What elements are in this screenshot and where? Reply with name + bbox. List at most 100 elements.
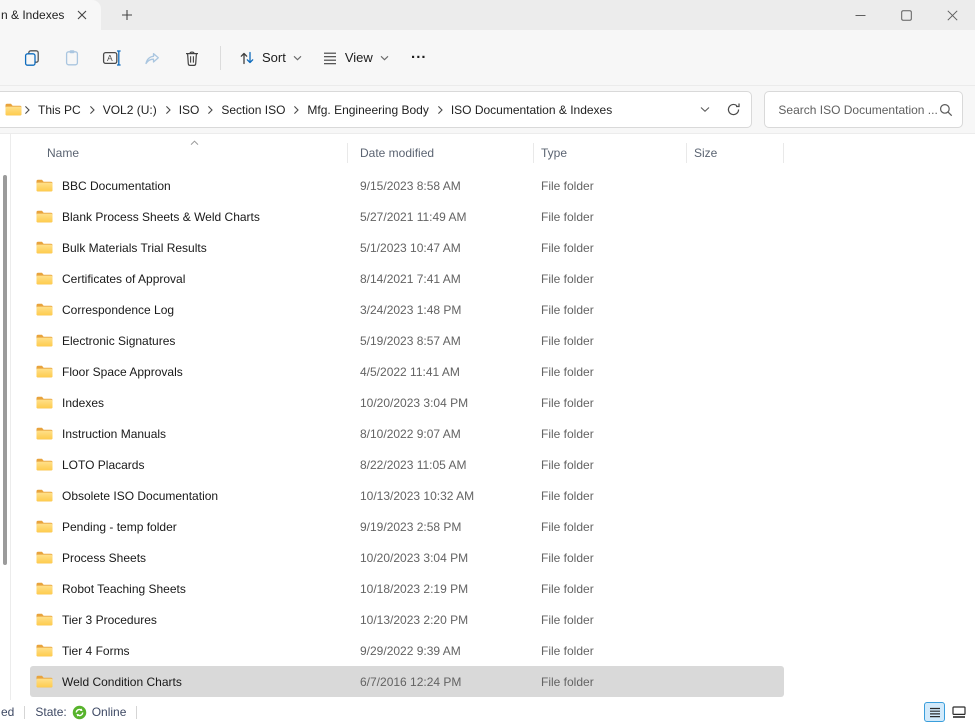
file-name: Tier 4 Forms <box>62 644 130 658</box>
address-dropdown-button[interactable] <box>691 96 719 124</box>
file-row[interactable]: Tier 3 Procedures 10/13/2023 2:20 PM Fil… <box>30 604 784 635</box>
file-row[interactable]: Bulk Materials Trial Results 5/1/2023 10… <box>30 232 784 263</box>
file-row[interactable]: LOTO Placards 8/22/2023 11:05 AM File fo… <box>30 449 784 480</box>
file-date-modified: 10/13/2023 10:32 AM <box>347 489 533 503</box>
file-type: File folder <box>533 272 686 286</box>
file-row[interactable]: Indexes 10/20/2023 3:04 PM File folder <box>30 387 784 418</box>
file-type: File folder <box>533 334 686 348</box>
tab-title: n & Indexes <box>1 8 67 22</box>
folder-icon <box>36 458 53 471</box>
column-headers: Name Date modified Type Size <box>30 138 784 168</box>
folder-icon <box>36 613 53 626</box>
rename-button[interactable]: A <box>92 40 132 76</box>
file-type: File folder <box>533 582 686 596</box>
file-name: Blank Process Sheets & Weld Charts <box>62 210 260 224</box>
copy-button[interactable] <box>12 40 52 76</box>
plus-icon <box>121 9 133 21</box>
file-row[interactable]: Pending - temp folder 9/19/2023 2:58 PM … <box>30 511 784 542</box>
details-view-button[interactable] <box>924 702 945 722</box>
file-row[interactable]: BBC Documentation 9/15/2023 8:58 AM File… <box>30 170 784 201</box>
file-row[interactable]: Blank Process Sheets & Weld Charts 5/27/… <box>30 201 784 232</box>
folder-icon <box>36 582 53 595</box>
file-row[interactable]: Correspondence Log 3/24/2023 1:48 PM Fil… <box>30 294 784 325</box>
chevron-down-icon <box>700 106 710 113</box>
file-date-modified: 5/27/2021 11:49 AM <box>347 210 533 224</box>
file-name: Electronic Signatures <box>62 334 175 348</box>
file-row[interactable]: Floor Space Approvals 4/5/2022 11:41 AM … <box>30 356 784 387</box>
pane-divider[interactable] <box>10 134 11 700</box>
folder-icon <box>36 272 53 285</box>
refresh-button[interactable] <box>719 96 747 124</box>
file-row[interactable]: Electronic Signatures 5/19/2023 8:57 AM … <box>30 325 784 356</box>
sync-state[interactable]: State: Online <box>35 705 126 720</box>
new-tab-button[interactable] <box>116 4 138 26</box>
delete-icon <box>183 49 201 67</box>
file-row[interactable]: Weld Condition Charts 6/7/2016 12:24 PM … <box>30 666 784 697</box>
file-name: Process Sheets <box>62 551 146 565</box>
close-button[interactable] <box>929 0 975 30</box>
paste-button[interactable] <box>52 40 92 76</box>
folder-icon <box>36 675 53 688</box>
file-date-modified: 9/15/2023 8:58 AM <box>347 179 533 193</box>
file-name: Weld Condition Charts <box>62 675 182 689</box>
file-type: File folder <box>533 489 686 503</box>
minimize-button[interactable] <box>837 0 883 30</box>
window-controls <box>837 0 975 30</box>
command-toolbar: A Sort <box>0 30 975 86</box>
file-type: File folder <box>533 210 686 224</box>
file-row[interactable]: Instruction Manuals 8/10/2022 9:07 AM Fi… <box>30 418 784 449</box>
column-header-type[interactable]: Type <box>533 138 686 168</box>
view-label: View <box>345 50 373 65</box>
sort-icon <box>239 50 255 66</box>
file-date-modified: 5/19/2023 8:57 AM <box>347 334 533 348</box>
toolbar-separator <box>220 46 221 70</box>
file-name: Robot Teaching Sheets <box>62 582 186 596</box>
file-date-modified: 5/1/2023 10:47 AM <box>347 241 533 255</box>
folder-icon <box>36 241 53 254</box>
share-button[interactable] <box>132 40 172 76</box>
file-type: File folder <box>533 427 686 441</box>
folder-icon <box>36 489 53 502</box>
file-row[interactable]: Process Sheets 10/20/2023 3:04 PM File f… <box>30 542 784 573</box>
search-input[interactable] <box>776 102 939 118</box>
column-header-name[interactable]: Name <box>30 138 347 168</box>
file-date-modified: 10/20/2023 3:04 PM <box>347 396 533 410</box>
see-more-button[interactable]: ... <box>399 40 439 76</box>
nav-scrollbar[interactable] <box>3 175 7 565</box>
tab-close-icon[interactable] <box>73 6 91 24</box>
file-name: Bulk Materials Trial Results <box>62 241 207 255</box>
view-icon <box>322 50 338 66</box>
chevron-right-icon <box>291 105 301 115</box>
breadcrumb-item[interactable]: ISO Documentation & Indexes <box>445 99 618 121</box>
file-date-modified: 9/29/2022 9:39 AM <box>347 644 533 658</box>
view-button[interactable]: View <box>312 40 399 76</box>
delete-button[interactable] <box>172 40 212 76</box>
breadcrumb-item[interactable]: This PC <box>32 99 87 121</box>
file-explorer-window: n & Indexes <box>0 0 975 724</box>
file-type: File folder <box>533 613 686 627</box>
file-date-modified: 4/5/2022 11:41 AM <box>347 365 533 379</box>
file-row[interactable]: Tier 4 Forms 9/29/2022 9:39 AM File fold… <box>30 635 784 666</box>
sort-ascending-icon <box>190 135 199 149</box>
file-date-modified: 10/20/2023 3:04 PM <box>347 551 533 565</box>
sort-button[interactable]: Sort <box>229 40 312 76</box>
breadcrumb-item[interactable]: Section ISO <box>215 99 291 121</box>
address-bar[interactable]: This PC VOL2 (U:) ISO Section ISO Mfg. E… <box>0 91 752 128</box>
file-row[interactable]: Robot Teaching Sheets 10/18/2023 2:19 PM… <box>30 573 784 604</box>
breadcrumb-item[interactable]: Mfg. Engineering Body <box>301 99 434 121</box>
file-row[interactable]: Certificates of Approval 8/14/2021 7:41 … <box>30 263 784 294</box>
folder-icon <box>36 365 53 378</box>
content-view-button[interactable] <box>948 702 969 722</box>
folder-icon <box>36 303 53 316</box>
breadcrumb-item[interactable]: VOL2 (U:) <box>97 99 163 121</box>
file-date-modified: 3/24/2023 1:48 PM <box>347 303 533 317</box>
maximize-button[interactable] <box>883 0 929 30</box>
column-header-size[interactable]: Size <box>686 138 784 168</box>
status-bar: ed State: Online <box>0 700 975 724</box>
explorer-tab[interactable]: n & Indexes <box>0 0 101 30</box>
column-header-date-modified[interactable]: Date modified <box>347 138 533 168</box>
file-row[interactable]: Obsolete ISO Documentation 10/13/2023 10… <box>30 480 784 511</box>
folder-icon <box>36 520 53 533</box>
minimize-icon <box>855 10 866 21</box>
breadcrumb-item[interactable]: ISO <box>173 99 206 121</box>
